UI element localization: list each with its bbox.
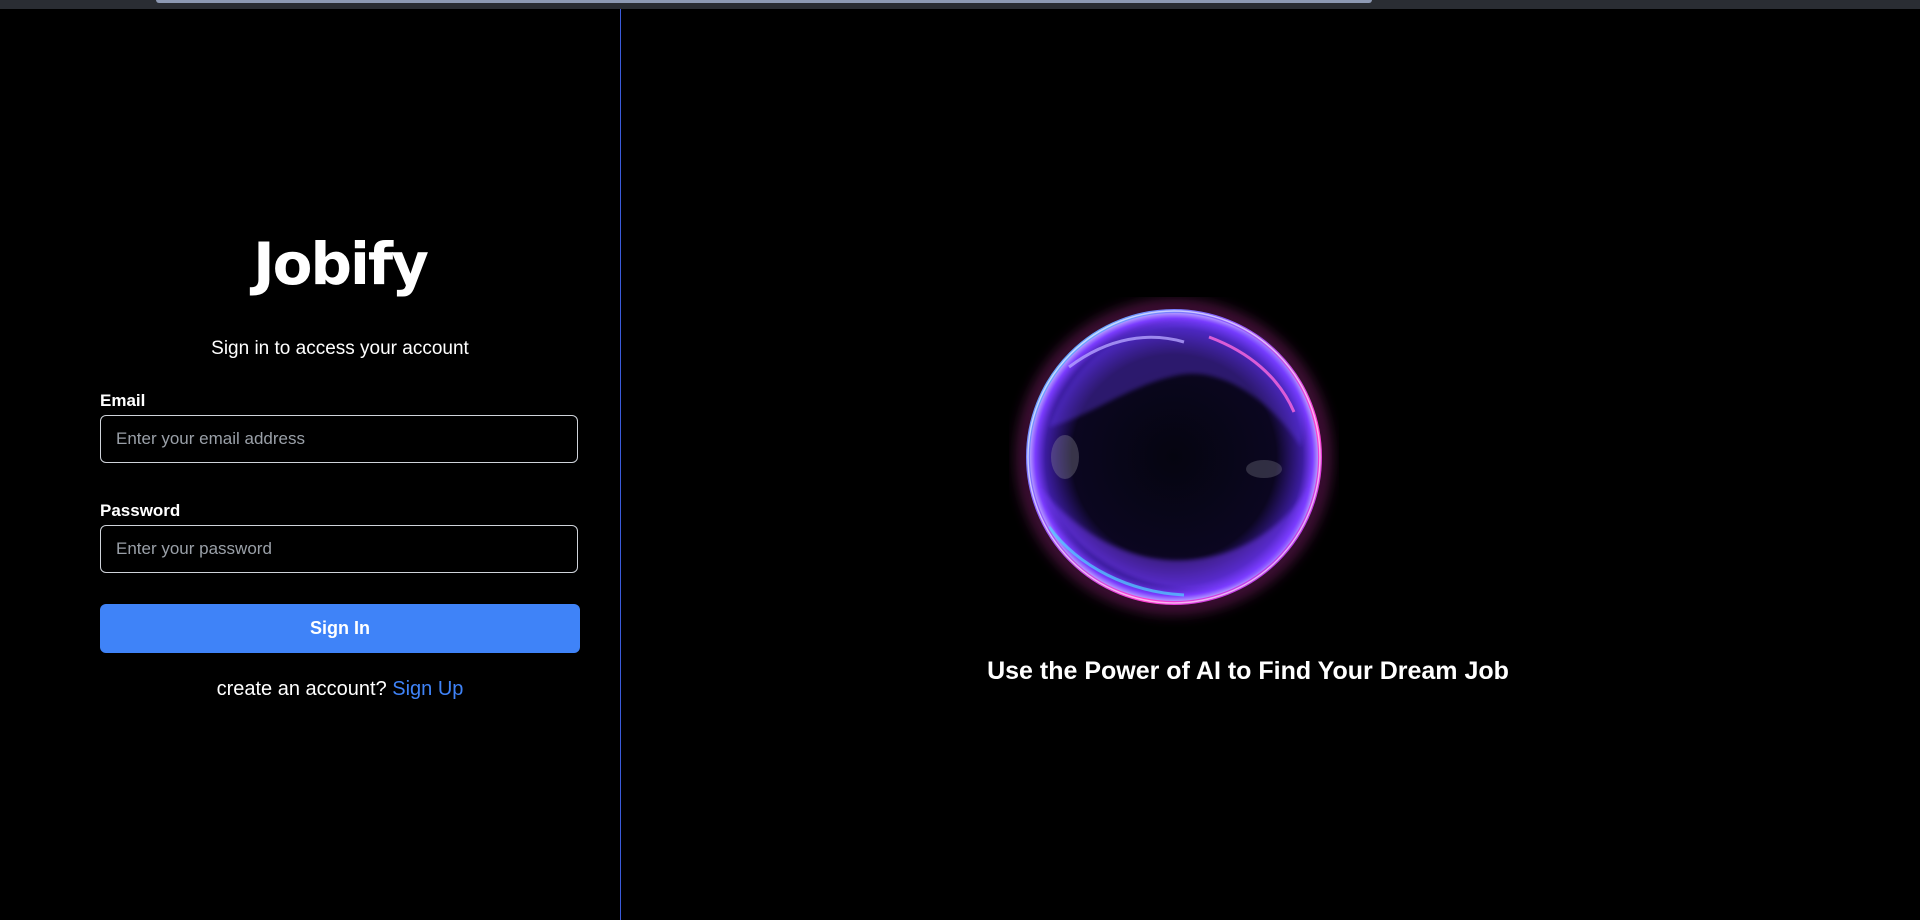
sign-in-button[interactable]: Sign In (100, 604, 580, 653)
browser-top-strip (0, 0, 1920, 9)
login-panel: Jobify Sign in to access your account Em… (0, 9, 620, 920)
hero-panel: Use the Power of AI to Find Your Dream J… (621, 9, 1920, 920)
sign-up-link[interactable]: Sign Up (392, 678, 463, 700)
signup-prompt: create an account? (216, 678, 387, 700)
glowing-sphere-icon (1009, 297, 1339, 627)
email-input[interactable] (100, 415, 578, 463)
password-input[interactable] (100, 525, 578, 573)
signup-row: create an account? Sign Up (0, 679, 680, 699)
login-subtitle: Sign in to access your account (211, 338, 469, 359)
hero-tagline: Use the Power of AI to Find Your Dream J… (987, 657, 1509, 685)
brand-logo: Jobify (253, 230, 429, 298)
email-label: Email (100, 391, 146, 410)
browser-tab-indicator (156, 0, 1372, 3)
password-label: Password (100, 501, 181, 520)
